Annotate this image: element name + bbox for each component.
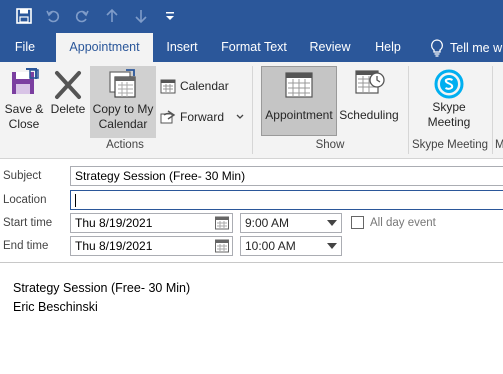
skype-group-label: Skype Meeting: [411, 139, 489, 151]
forward-button[interactable]: Forward: [160, 108, 244, 126]
forward-label: Forward: [180, 110, 225, 124]
end-time-label: End time: [3, 240, 49, 252]
start-date-value: Thu 8/19/2021: [75, 216, 153, 230]
ribbon: Save & Close Delete Copy to My Calendar …: [0, 62, 503, 159]
calendar-label: Calendar: [180, 79, 229, 93]
end-time-dropdown[interactable]: 10:00 AM: [240, 236, 342, 256]
ribbon-tab-bar: File Appointment Insert Format Text Revi…: [0, 33, 503, 62]
lightbulb-icon: [431, 38, 443, 57]
forward-icon: [160, 110, 176, 124]
copy-label-line2: Calendar: [98, 117, 148, 131]
up-arrow-icon[interactable]: [102, 6, 122, 26]
actions-group-label: Actions: [106, 139, 144, 151]
delete-button[interactable]: Delete: [48, 68, 88, 117]
appointment-body[interactable]: Strategy Session (Free- 30 Min) Eric Bes…: [0, 262, 503, 374]
save-close-icon: [12, 68, 39, 94]
skype-icon: [434, 69, 464, 99]
skype-label-line2: Meeting: [427, 115, 471, 129]
tab-insert[interactable]: Insert: [160, 33, 204, 62]
calendar-small-icon: [160, 79, 176, 94]
delete-x-icon: [55, 71, 81, 99]
end-date-value: Thu 8/19/2021: [75, 239, 153, 253]
customize-icon[interactable]: [160, 6, 180, 26]
dropdown-arrow-icon: [327, 243, 337, 249]
tab-format-text[interactable]: Format Text: [214, 33, 294, 62]
dropdown-arrow-icon: [327, 220, 337, 226]
start-time-dropdown[interactable]: 9:00 AM: [240, 213, 342, 233]
tell-me-box[interactable]: Tell me w: [430, 33, 502, 62]
date-picker-icon[interactable]: [215, 239, 229, 253]
date-picker-icon[interactable]: [215, 216, 229, 230]
scheduling-button[interactable]: Scheduling: [338, 68, 400, 123]
copy-label-line1: Copy to My: [92, 102, 154, 116]
all-day-label: All day event: [370, 217, 436, 229]
all-day-checkbox[interactable]: [351, 216, 364, 229]
body-line-2: Eric Beschinski: [13, 300, 98, 314]
tab-appointment[interactable]: Appointment: [56, 33, 153, 62]
delete-label: Delete: [50, 102, 86, 116]
tab-file[interactable]: File: [6, 33, 44, 62]
start-time-label: Start time: [3, 217, 53, 229]
show-group-label: Show: [315, 139, 345, 151]
start-date-field[interactable]: Thu 8/19/2021: [70, 213, 233, 233]
end-date-field[interactable]: Thu 8/19/2021: [70, 236, 233, 256]
undo-icon[interactable]: [43, 6, 63, 26]
end-time-value: 10:00 AM: [245, 239, 296, 253]
location-field[interactable]: [70, 190, 503, 210]
subject-field[interactable]: Strategy Session (Free- 30 Min): [70, 166, 503, 186]
copy-calendar-icon: [109, 69, 136, 98]
tab-help[interactable]: Help: [366, 33, 410, 62]
skype-label-line1: Skype: [432, 100, 466, 114]
down-arrow-icon[interactable]: [131, 6, 151, 26]
chevron-down-icon[interactable]: [236, 114, 244, 120]
save-label-line2: Close: [8, 117, 40, 131]
redo-icon[interactable]: [72, 6, 92, 26]
title-bar: [0, 0, 503, 33]
save-close-button[interactable]: Save & Close: [2, 68, 46, 132]
scheduling-label: Scheduling: [339, 108, 399, 122]
appointment-view-button[interactable]: Appointment: [261, 66, 337, 136]
skype-meeting-button[interactable]: Skype Meeting: [418, 68, 480, 130]
calendar-button[interactable]: Calendar: [160, 77, 229, 95]
start-time-value: 9:00 AM: [245, 216, 290, 230]
save-label-line1: Save &: [4, 102, 44, 116]
save-icon[interactable]: [14, 6, 34, 26]
ribbon-separator: [492, 66, 493, 154]
tab-review[interactable]: Review: [304, 33, 356, 62]
overflow-group-label: M: [495, 139, 503, 151]
tell-me-label: Tell me w: [450, 40, 503, 55]
appointment-label: Appointment: [265, 108, 333, 122]
subject-label: Subject: [3, 170, 42, 182]
copy-to-my-calendar-button[interactable]: Copy to My Calendar: [90, 66, 156, 138]
appointment-calendar-icon: [285, 72, 313, 98]
text-cursor: [75, 194, 76, 208]
location-label: Location: [3, 194, 47, 206]
scheduling-icon: [355, 70, 385, 94]
body-line-1: Strategy Session (Free- 30 Min): [13, 281, 191, 295]
